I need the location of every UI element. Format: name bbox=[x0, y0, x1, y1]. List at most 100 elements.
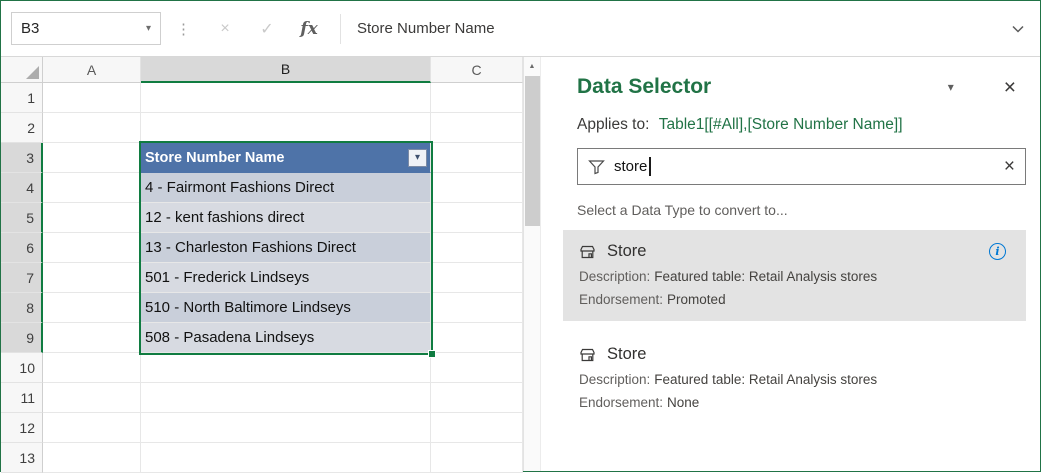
result-description: Description:Featured table: Retail Analy… bbox=[579, 372, 1010, 387]
table-cell[interactable]: 510 - North Baltimore Lindseys bbox=[141, 293, 431, 323]
table-cell[interactable]: 12 - kent fashions direct bbox=[141, 203, 431, 233]
cell-b13[interactable] bbox=[141, 443, 431, 473]
search-input[interactable]: store bbox=[614, 158, 647, 175]
row-header-9[interactable]: 9 bbox=[1, 323, 43, 353]
result-header: Store i bbox=[579, 242, 1010, 261]
cell-b1[interactable] bbox=[141, 83, 431, 113]
filter-icon bbox=[588, 159, 605, 175]
info-glyph: i bbox=[995, 245, 999, 258]
cell-a2[interactable] bbox=[43, 113, 141, 143]
applies-to-link[interactable]: Table1[[#All],[Store Number Name]] bbox=[659, 116, 903, 133]
row-header-4[interactable]: 4 bbox=[1, 173, 43, 203]
cancel-icon[interactable]: × bbox=[204, 20, 246, 38]
clear-search-icon[interactable]: × bbox=[1004, 157, 1015, 176]
result-description: Description: Featured table: Retail Analy… bbox=[579, 269, 1010, 284]
cell-c7[interactable] bbox=[431, 263, 523, 293]
formula-bar-row: B3 ▾ ⋮ × ✓ fx Store Number Name bbox=[1, 1, 1040, 57]
cell-a11[interactable] bbox=[43, 383, 141, 413]
column-header-c[interactable]: C bbox=[431, 57, 523, 83]
row-header-2[interactable]: 2 bbox=[1, 113, 43, 143]
cell-a1[interactable] bbox=[43, 83, 141, 113]
cell-c3[interactable] bbox=[431, 143, 523, 173]
scrollbar-thumb[interactable] bbox=[525, 76, 540, 226]
cell-c11[interactable] bbox=[431, 383, 523, 413]
cell-a12[interactable] bbox=[43, 413, 141, 443]
insert-function-icon[interactable]: fx bbox=[288, 19, 330, 39]
spreadsheet-grid: A B C 1 2 3 Store Number Name ▾ 4 4 - Fa… bbox=[1, 57, 523, 473]
table-cell[interactable]: 13 - Charleston Fashions Direct bbox=[141, 233, 431, 263]
cell-a4[interactable] bbox=[43, 173, 141, 203]
pane-header: Data Selector ▾ × bbox=[577, 75, 1026, 99]
cell-c9[interactable] bbox=[431, 323, 523, 353]
result-name: Store bbox=[607, 345, 646, 364]
endorsement-value: None bbox=[667, 395, 699, 410]
cell-a8[interactable] bbox=[43, 293, 141, 323]
cell-c13[interactable] bbox=[431, 443, 523, 473]
table-cell[interactable]: 4 - Fairmont Fashions Direct bbox=[141, 173, 431, 203]
data-type-result-store-none[interactable]: Store Description:Featured table: Retail… bbox=[563, 333, 1026, 424]
cell-c2[interactable] bbox=[431, 113, 523, 143]
result-header: Store bbox=[579, 345, 1010, 364]
table-header-text: Store Number Name bbox=[145, 150, 284, 166]
result-name: Store bbox=[607, 242, 646, 261]
select-all-button[interactable] bbox=[1, 57, 43, 83]
row-header-6[interactable]: 6 bbox=[1, 233, 43, 263]
search-box[interactable]: store × bbox=[577, 148, 1026, 185]
description-label: Description: bbox=[579, 269, 650, 284]
cell-c1[interactable] bbox=[431, 83, 523, 113]
cell-a9[interactable] bbox=[43, 323, 141, 353]
close-icon[interactable]: × bbox=[1004, 77, 1016, 98]
cell-a10[interactable] bbox=[43, 353, 141, 383]
cell-c12[interactable] bbox=[431, 413, 523, 443]
cell-c10[interactable] bbox=[431, 353, 523, 383]
vertical-scrollbar[interactable]: ▲ bbox=[523, 57, 540, 471]
description-value: Featured table: Retail Analysis stores bbox=[654, 269, 877, 284]
row-header-5[interactable]: 5 bbox=[1, 203, 43, 233]
row-header-13[interactable]: 13 bbox=[1, 443, 43, 473]
drag-handle-icon: ⋮ bbox=[176, 20, 191, 38]
row-header-3[interactable]: 3 bbox=[1, 143, 43, 173]
endorsement-value: Promoted bbox=[667, 292, 726, 307]
cell-b12[interactable] bbox=[141, 413, 431, 443]
cell-a6[interactable] bbox=[43, 233, 141, 263]
cell-a3[interactable] bbox=[43, 143, 141, 173]
row-header-1[interactable]: 1 bbox=[1, 83, 43, 113]
cell-c6[interactable] bbox=[431, 233, 523, 263]
filter-dropdown-icon: ▾ bbox=[415, 152, 420, 163]
table-cell[interactable]: 501 - Frederick Lindseys bbox=[141, 263, 431, 293]
table-header-cell[interactable]: Store Number Name ▾ bbox=[141, 143, 431, 173]
cell-a7[interactable] bbox=[43, 263, 141, 293]
store-icon bbox=[579, 244, 596, 260]
column-filter-button[interactable]: ▾ bbox=[408, 149, 427, 167]
column-header-b[interactable]: B bbox=[141, 57, 431, 83]
cell-a13[interactable] bbox=[43, 443, 141, 473]
enter-icon[interactable]: ✓ bbox=[246, 19, 288, 39]
store-icon bbox=[579, 347, 596, 363]
scroll-up-icon[interactable]: ▲ bbox=[524, 57, 540, 75]
row-header-11[interactable]: 11 bbox=[1, 383, 43, 413]
formula-input[interactable]: Store Number Name bbox=[353, 20, 1004, 37]
cell-c4[interactable] bbox=[431, 173, 523, 203]
cell-b11[interactable] bbox=[141, 383, 431, 413]
cell-c8[interactable] bbox=[431, 293, 523, 323]
namebox-dropdown-icon[interactable]: ▾ bbox=[146, 23, 151, 34]
row-header-10[interactable]: 10 bbox=[1, 353, 43, 383]
result-endorsement: Endorsement:Promoted bbox=[579, 292, 1010, 307]
formula-bar-expand-icon[interactable] bbox=[1004, 25, 1030, 33]
applies-to-label: Applies to: bbox=[577, 116, 649, 133]
table-cell[interactable]: 508 - Pasadena Lindseys bbox=[141, 323, 431, 353]
cell-c5[interactable] bbox=[431, 203, 523, 233]
info-icon[interactable]: i bbox=[989, 243, 1006, 260]
row-header-7[interactable]: 7 bbox=[1, 263, 43, 293]
row-header-8[interactable]: 8 bbox=[1, 293, 43, 323]
cell-a5[interactable] bbox=[43, 203, 141, 233]
data-type-result-store-promoted[interactable]: Store i Description: Featured table: Reta… bbox=[563, 230, 1026, 321]
name-box-value: B3 bbox=[21, 20, 39, 37]
pane-options-chevron-icon[interactable]: ▾ bbox=[948, 80, 954, 94]
text-cursor bbox=[649, 157, 651, 176]
name-box[interactable]: B3 ▾ bbox=[11, 12, 161, 45]
cell-b10[interactable] bbox=[141, 353, 431, 383]
row-header-12[interactable]: 12 bbox=[1, 413, 43, 443]
cell-b2[interactable] bbox=[141, 113, 431, 143]
column-header-a[interactable]: A bbox=[43, 57, 141, 83]
